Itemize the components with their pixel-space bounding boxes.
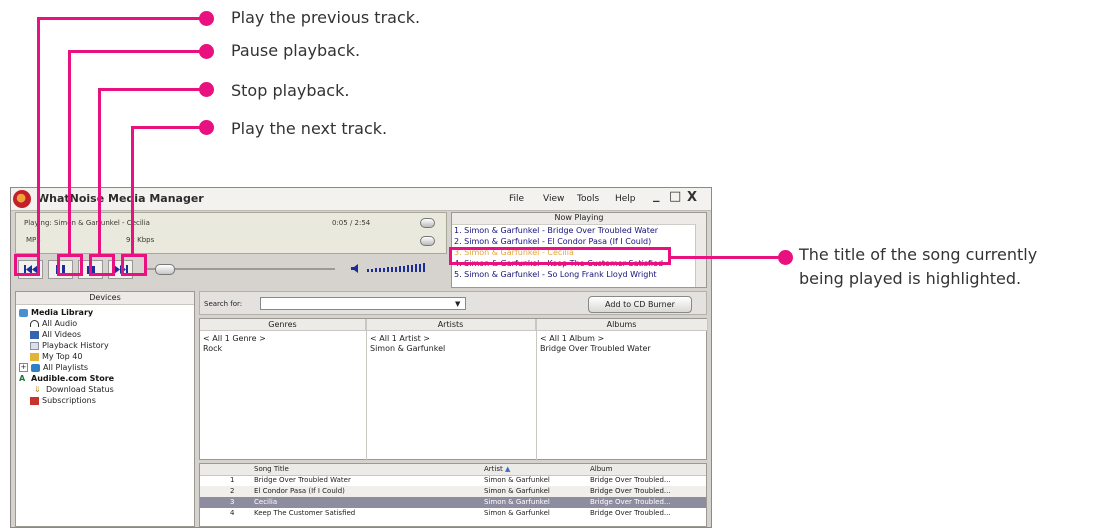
search-dropdown-icon[interactable]: ▼ <box>455 300 460 308</box>
callout-next-text: Play the next track. <box>231 119 388 138</box>
callout-line-stop <box>98 88 101 255</box>
callout-line-next <box>131 126 134 255</box>
expand-icon[interactable]: + <box>19 363 28 372</box>
now-playing-item[interactable]: 2. Simon & Garfunkel - El Condor Pasa (I… <box>454 236 694 247</box>
table-row[interactable]: 2 El Condor Pasa (If I Could) Simon & Garf… <box>200 486 706 497</box>
callout-dot-prev <box>199 11 214 26</box>
video-icon <box>30 330 39 339</box>
callout-line-pause <box>68 50 71 255</box>
artists-item[interactable]: Simon & Garfunkel <box>370 344 445 353</box>
menu-tools[interactable]: Tools <box>577 194 599 204</box>
app-title: WhatNoise Media Manager <box>37 192 204 205</box>
sort-ascending-icon: ▲ <box>504 465 511 473</box>
devices-header: Devices <box>16 292 194 305</box>
callout-prev-text: Play the previous track. <box>231 8 421 27</box>
callout-stop-text: Stop playback. <box>231 81 350 100</box>
callout-dot-pause <box>199 44 214 59</box>
add-to-cd-burner-button[interactable]: Add to CD Burner <box>588 296 692 313</box>
search-bar: Search for: ▼ Add to CD Burner <box>199 291 707 315</box>
genres-item[interactable]: Rock <box>203 344 222 353</box>
volume-icon <box>351 264 358 273</box>
tree-item-media-library[interactable]: Media Library <box>19 308 93 317</box>
table-row[interactable]: 1 Bridge Over Troubled Water Simon & Garfu… <box>200 475 706 486</box>
headphones-icon <box>30 320 39 327</box>
title-bar: WhatNoise Media Manager File View Tools … <box>11 188 711 211</box>
close-button[interactable]: X <box>687 190 697 205</box>
menu-help[interactable]: Help <box>615 194 636 204</box>
albums-item[interactable]: Bridge Over Troubled Water <box>540 344 651 353</box>
tree-item-all-audio[interactable]: All Audio <box>30 319 77 328</box>
tree-item-subscriptions[interactable]: Subscriptions <box>30 396 96 405</box>
tree-item-all-videos[interactable]: All Videos <box>30 330 81 339</box>
callout-line-prev <box>37 17 40 255</box>
artist-header[interactable]: Artist ▲ <box>484 464 510 475</box>
app-window: WhatNoise Media Manager File View Tools … <box>10 187 712 528</box>
callout-line-stop <box>98 88 201 91</box>
album-header[interactable]: Album <box>590 464 612 475</box>
callout-line-pause <box>68 50 201 53</box>
download-icon: ⇓ <box>34 385 41 394</box>
callout-highlight-text: The title of the song currently being pl… <box>799 245 1038 288</box>
callout-line-next <box>131 126 201 129</box>
filter-columns: Genres Artists Albums < All 1 Genre > Ro… <box>199 318 708 461</box>
albums-header[interactable]: Albums <box>536 319 708 331</box>
column-divider <box>366 319 367 461</box>
eq-knob[interactable] <box>420 236 435 246</box>
song-title-header[interactable]: Song Title <box>254 464 289 475</box>
subscriptions-icon <box>30 396 39 405</box>
menu-view[interactable]: View <box>543 194 564 204</box>
genres-all[interactable]: < All 1 Genre > <box>203 334 266 343</box>
artists-all[interactable]: < All 1 Artist > <box>370 334 430 343</box>
seek-handle[interactable] <box>155 264 175 275</box>
player-display: Playing: Simon & Garfunkel - Cecilia 0:0… <box>15 212 447 254</box>
minimize-button[interactable]: _ <box>653 188 660 203</box>
playing-time: 0:05 / 2:54 <box>332 219 371 227</box>
devices-panel: Devices Media Library All Audio All Vide… <box>15 291 195 527</box>
search-label: Search for: <box>204 300 243 308</box>
highlight-box-stop <box>89 254 115 276</box>
maximize-button[interactable]: □ <box>669 189 681 204</box>
callout-line-prev <box>37 17 201 20</box>
balance-knob[interactable] <box>420 218 435 228</box>
now-playing-item[interactable]: 1. Simon & Garfunkel - Bridge Over Troub… <box>454 225 694 236</box>
track-table: Song Title Artist ▲ Album 1 Bridge Over T… <box>199 463 707 527</box>
tree-item-download-status[interactable]: ⇓ Download Status <box>34 385 114 394</box>
library-icon <box>19 308 28 317</box>
highlight-box-prev <box>14 254 40 276</box>
artists-header[interactable]: Artists <box>366 319 536 331</box>
callout-pause-text: Pause playback. <box>231 41 361 60</box>
now-playing-title: Now Playing <box>452 213 706 225</box>
volume-slider[interactable] <box>367 263 429 273</box>
tree-item-all-playlists[interactable]: + All Playlists <box>19 363 88 372</box>
now-playing-item[interactable]: 5. Simon & Garfunkel - So Long Frank Llo… <box>454 269 694 280</box>
history-icon <box>30 341 39 350</box>
albums-all[interactable]: < All 1 Album > <box>540 334 604 343</box>
column-divider <box>536 319 537 461</box>
highlight-box-next <box>121 254 147 276</box>
table-row-selected[interactable]: 3 Cecilia Simon & Garfunkel Bridge Over Tro… <box>200 497 706 508</box>
app-logo-icon <box>13 190 31 208</box>
library-browser: Search for: ▼ Add to CD Burner Genres Ar… <box>199 291 708 527</box>
callout-line-highlight <box>671 256 781 259</box>
search-input[interactable] <box>260 297 466 310</box>
player-panel: Playing: Simon & Garfunkel - Cecilia 0:0… <box>15 212 447 288</box>
tree-item-audible-store[interactable]: A Audible.com Store <box>19 374 114 383</box>
playlist-icon <box>30 352 39 361</box>
audible-icon: A <box>19 374 26 383</box>
callout-dot-stop <box>199 82 214 97</box>
callout-dot-next <box>199 120 214 135</box>
menu-file[interactable]: File <box>509 194 524 204</box>
tree-item-my-top-40[interactable]: My Top 40 <box>30 352 82 361</box>
playlists-icon <box>31 363 40 372</box>
highlight-box-current-song <box>449 247 671 265</box>
highlight-box-pause <box>57 254 83 276</box>
tree-item-playback-history[interactable]: Playback History <box>30 341 109 350</box>
table-row[interactable]: 4 Keep The Customer Satisfied Simon & Garf… <box>200 508 706 519</box>
genres-header[interactable]: Genres <box>200 319 366 331</box>
